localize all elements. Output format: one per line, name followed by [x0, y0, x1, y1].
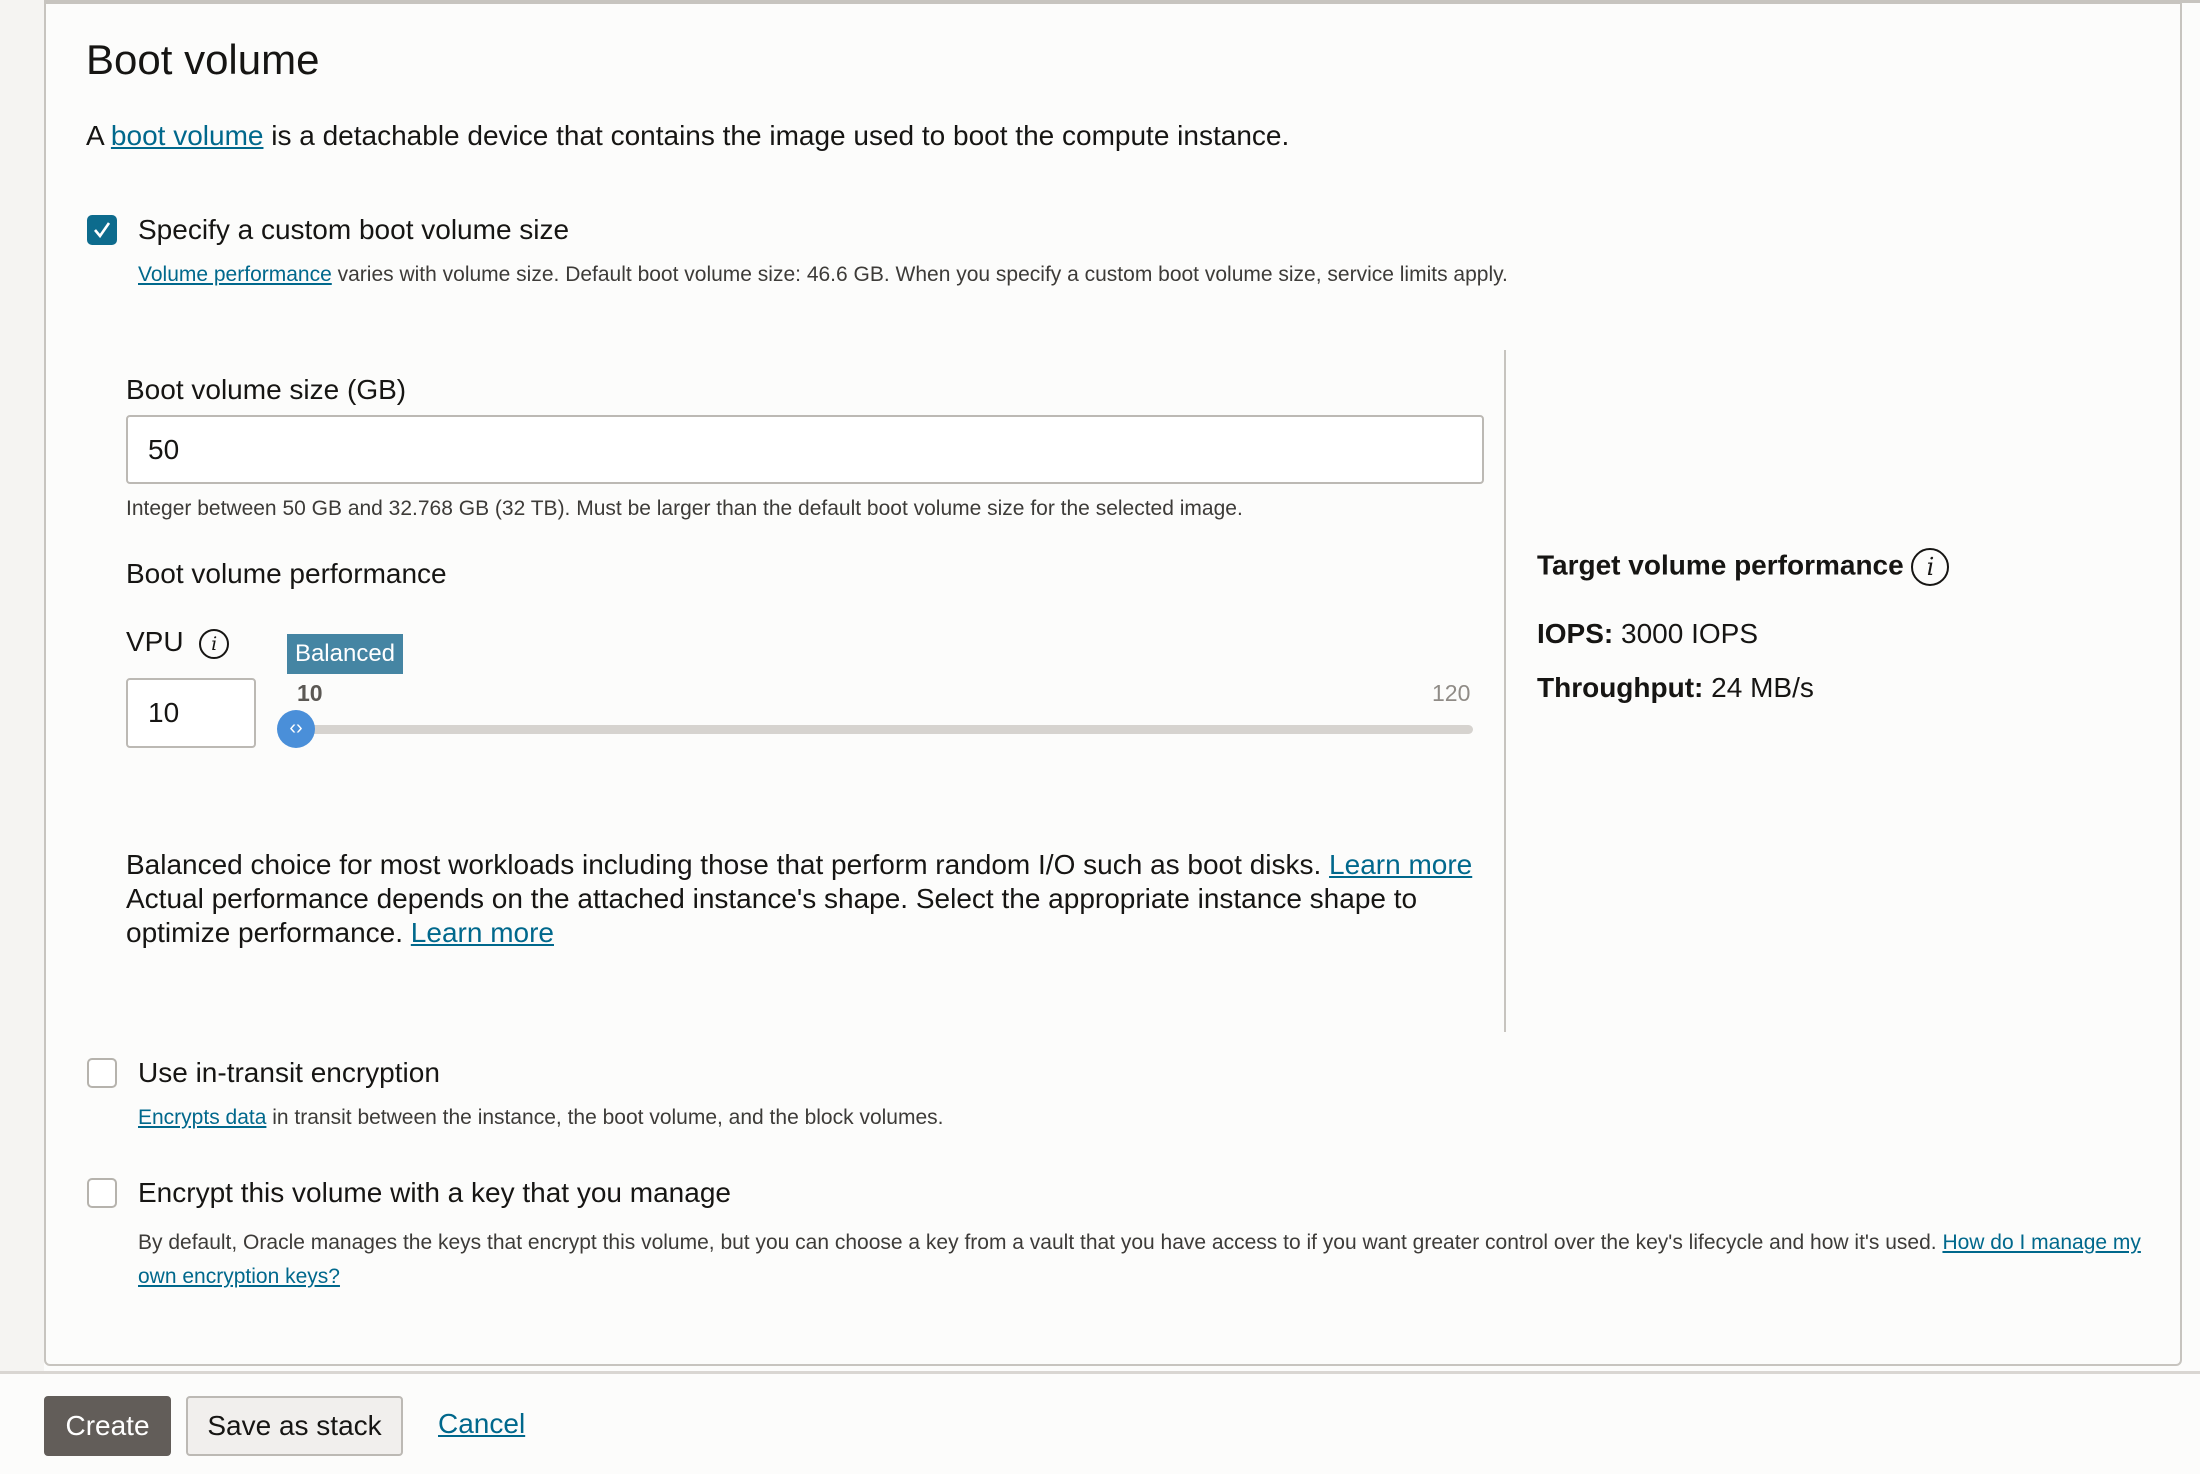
chevrons-icon: ‹› — [289, 717, 303, 739]
boot-volume-card — [44, 2, 2182, 1366]
boot-volume-link[interactable]: boot volume — [111, 120, 264, 151]
own-key-checkbox[interactable] — [87, 1178, 117, 1208]
size-field-label: Boot volume size (GB) — [126, 374, 407, 405]
vpu-slider-track[interactable] — [296, 725, 1473, 734]
volume-performance-link[interactable]: Volume performance — [138, 263, 332, 286]
in-transit-help: Encrypts data in transit between the ins… — [138, 1106, 944, 1129]
size-field-hint: Integer between 50 GB and 32.768 GB (32 … — [126, 497, 1243, 520]
column-divider — [1504, 350, 1506, 1032]
learn-more-link-1[interactable]: Learn more — [1329, 849, 1472, 880]
own-key-label: Encrypt this volume with a key that you … — [138, 1177, 731, 1208]
section-title: Boot volume — [86, 36, 320, 83]
custom-size-checkbox[interactable] — [87, 215, 117, 245]
slider-max-label: 120 — [1432, 680, 1471, 706]
in-transit-checkbox[interactable] — [87, 1058, 117, 1088]
info-icon[interactable]: i — [199, 628, 230, 659]
performance-heading: Boot volume performance — [126, 558, 447, 589]
create-button[interactable]: Create — [44, 1396, 171, 1456]
checkmark-icon — [94, 222, 111, 239]
performance-description: Balanced choice for most workloads inclu… — [126, 849, 1473, 948]
vpu-label: VPU i — [126, 626, 230, 659]
info-icon[interactable]: i — [1911, 548, 1950, 586]
custom-size-help: Volume performance varies with volume si… — [138, 263, 1508, 286]
boot-volume-size-input[interactable]: 50 — [126, 415, 1484, 484]
custom-size-label: Specify a custom boot volume size — [138, 214, 570, 245]
footer-divider — [0, 1371, 2200, 1374]
iops-readout: IOPS: 3000 IOPS — [1537, 618, 1758, 649]
cancel-link[interactable]: Cancel — [438, 1408, 525, 1440]
left-gutter — [0, 0, 44, 1372]
learn-more-link-2[interactable]: Learn more — [411, 917, 554, 948]
own-key-help: By default, Oracle manages the keys that… — [138, 1231, 2141, 1288]
encrypts-data-link[interactable]: Encrypts data — [138, 1106, 266, 1129]
target-performance-title: Target volume performance i — [1537, 548, 1950, 586]
slider-min-label: 10 — [297, 680, 323, 706]
section-description: A boot volume is a detachable device tha… — [86, 120, 1290, 151]
performance-tag: Balanced — [287, 634, 403, 674]
in-transit-label: Use in-transit encryption — [138, 1057, 440, 1088]
vpu-input[interactable]: 10 — [126, 678, 256, 748]
throughput-readout: Throughput: 24 MB/s — [1537, 672, 1814, 703]
vpu-slider-handle[interactable]: ‹› — [277, 710, 315, 748]
save-as-stack-button[interactable]: Save as stack — [186, 1396, 403, 1456]
